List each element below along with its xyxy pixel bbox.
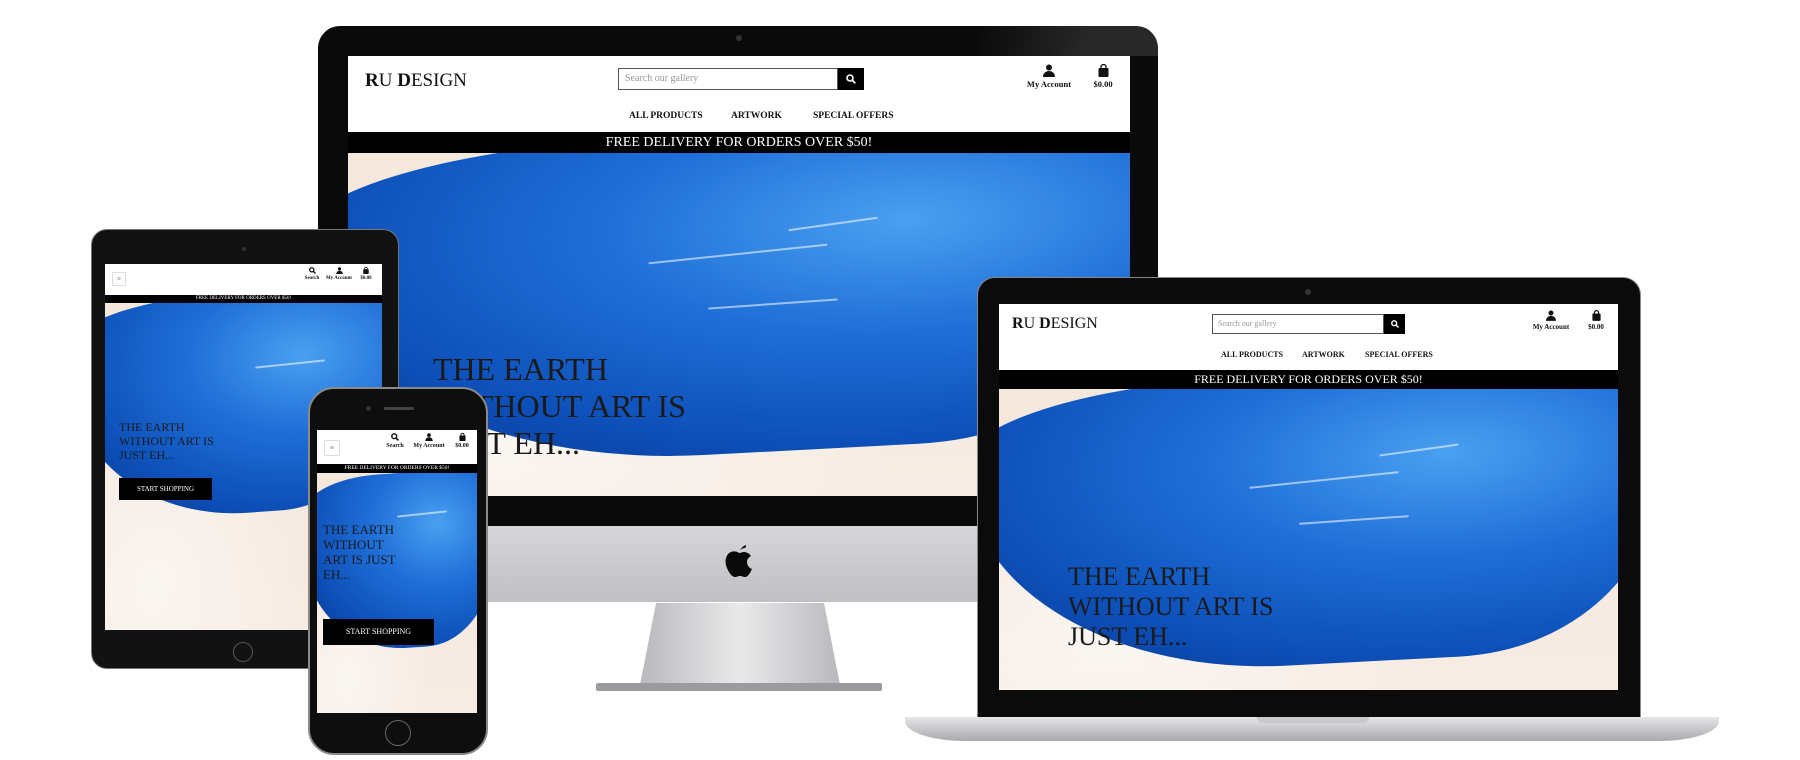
bag-icon bbox=[1098, 63, 1108, 77]
cart-total: $0.00 bbox=[1093, 79, 1113, 89]
tablet-camera bbox=[242, 247, 246, 251]
phone-camera bbox=[366, 406, 371, 411]
magnifier-icon bbox=[846, 74, 856, 84]
nav-special-offers[interactable]: SPECIAL OFFERS bbox=[1365, 350, 1433, 359]
monitor-stand-base bbox=[596, 683, 882, 691]
hero-title: THE EARTH WITHOUT ART IS JUST EH... bbox=[119, 420, 214, 462]
nav-artwork[interactable]: ARTWORK bbox=[1302, 350, 1345, 359]
laptop-site: RU DESIGN Search our gallery My Account … bbox=[999, 304, 1618, 690]
my-account-link[interactable]: My Account bbox=[324, 267, 354, 281]
search-link[interactable]: Search bbox=[301, 267, 323, 281]
nav-artwork[interactable]: ARTWORK bbox=[731, 111, 782, 121]
nav-all-products[interactable]: ALL PRODUCTS bbox=[1221, 350, 1283, 359]
my-account-link[interactable]: My Account bbox=[1529, 310, 1573, 331]
my-account-label: My Account bbox=[1026, 79, 1072, 89]
cart-link[interactable]: $0.00 bbox=[1583, 309, 1609, 331]
cart-link[interactable]: $0.00 bbox=[1088, 63, 1118, 89]
search-button[interactable] bbox=[1384, 314, 1405, 334]
delivery-banner: FREE DELIVERY FOR ORDERS OVER $50! bbox=[348, 132, 1130, 153]
delivery-banner: FREE DELIVERY FOR ORDERS OVER $50! bbox=[105, 295, 382, 303]
delivery-banner: FREE DELIVERY FOR ORDERS OVER $50! bbox=[317, 464, 477, 473]
search-button[interactable] bbox=[838, 68, 864, 90]
tablet-home-button[interactable] bbox=[233, 642, 253, 662]
bag-icon bbox=[363, 266, 369, 274]
user-icon bbox=[1546, 310, 1556, 321]
user-icon bbox=[425, 433, 433, 441]
nav-all-products[interactable]: ALL PRODUCTS bbox=[629, 111, 703, 121]
laptop-notch bbox=[1257, 717, 1369, 723]
my-account-link[interactable]: My Account bbox=[409, 433, 449, 449]
cart-link[interactable]: $0.00 bbox=[451, 432, 473, 449]
bag-icon bbox=[458, 432, 466, 441]
magnifier-icon bbox=[1390, 320, 1399, 328]
hamburger-icon[interactable]: ≡ bbox=[112, 272, 126, 286]
user-icon bbox=[1043, 64, 1055, 77]
monitor-stand bbox=[640, 603, 840, 685]
my-account-link[interactable]: My Account bbox=[1024, 64, 1074, 89]
phone-device: ≡ Search My Account $0.00 FREE DELIVERY … bbox=[308, 387, 488, 755]
cart-link[interactable]: $0.00 bbox=[357, 266, 375, 281]
search-link[interactable]: Search bbox=[381, 433, 409, 449]
hero-section: THE EARTH WITHOUT ART IS JUST EH... bbox=[999, 389, 1618, 690]
magnifier-icon bbox=[391, 433, 400, 442]
laptop-camera bbox=[1305, 289, 1311, 295]
laptop-base bbox=[905, 717, 1719, 741]
site-logo[interactable]: RU DESIGN bbox=[365, 70, 467, 92]
nav-special-offers[interactable]: SPECIAL OFFERS bbox=[813, 111, 894, 121]
start-shopping-button[interactable]: START SHOPPING bbox=[323, 619, 434, 645]
screen-glare bbox=[978, 26, 1158, 56]
hero-title: THE EARTH WITHOUT ART IS JUST EH... bbox=[1068, 562, 1274, 651]
camera bbox=[736, 35, 742, 41]
laptop-lid: RU DESIGN Search our gallery My Account … bbox=[977, 277, 1641, 719]
hero-section: THE EARTH WITHOUT ART IS JUST EH... STAR… bbox=[317, 473, 477, 713]
search-input[interactable]: Search our gallery bbox=[1212, 314, 1384, 334]
apple-logo-icon bbox=[722, 542, 756, 587]
user-icon bbox=[335, 267, 343, 274]
phone-home-button[interactable] bbox=[385, 720, 411, 746]
delivery-banner: FREE DELIVERY FOR ORDERS OVER $50! bbox=[999, 370, 1618, 389]
phone-speaker bbox=[384, 407, 414, 410]
search-input[interactable]: Search our gallery bbox=[618, 68, 838, 90]
start-shopping-button[interactable]: START SHOPPING bbox=[119, 478, 212, 500]
hamburger-icon[interactable]: ≡ bbox=[324, 440, 340, 456]
hero-title: THE EARTH WITHOUT ART IS JUST EH... bbox=[323, 522, 396, 582]
magnifier-icon bbox=[308, 267, 316, 275]
phone-site: ≡ Search My Account $0.00 FREE DELIVERY … bbox=[317, 430, 477, 713]
bag-icon bbox=[1591, 309, 1601, 321]
site-logo[interactable]: RU DESIGN bbox=[1012, 315, 1098, 333]
